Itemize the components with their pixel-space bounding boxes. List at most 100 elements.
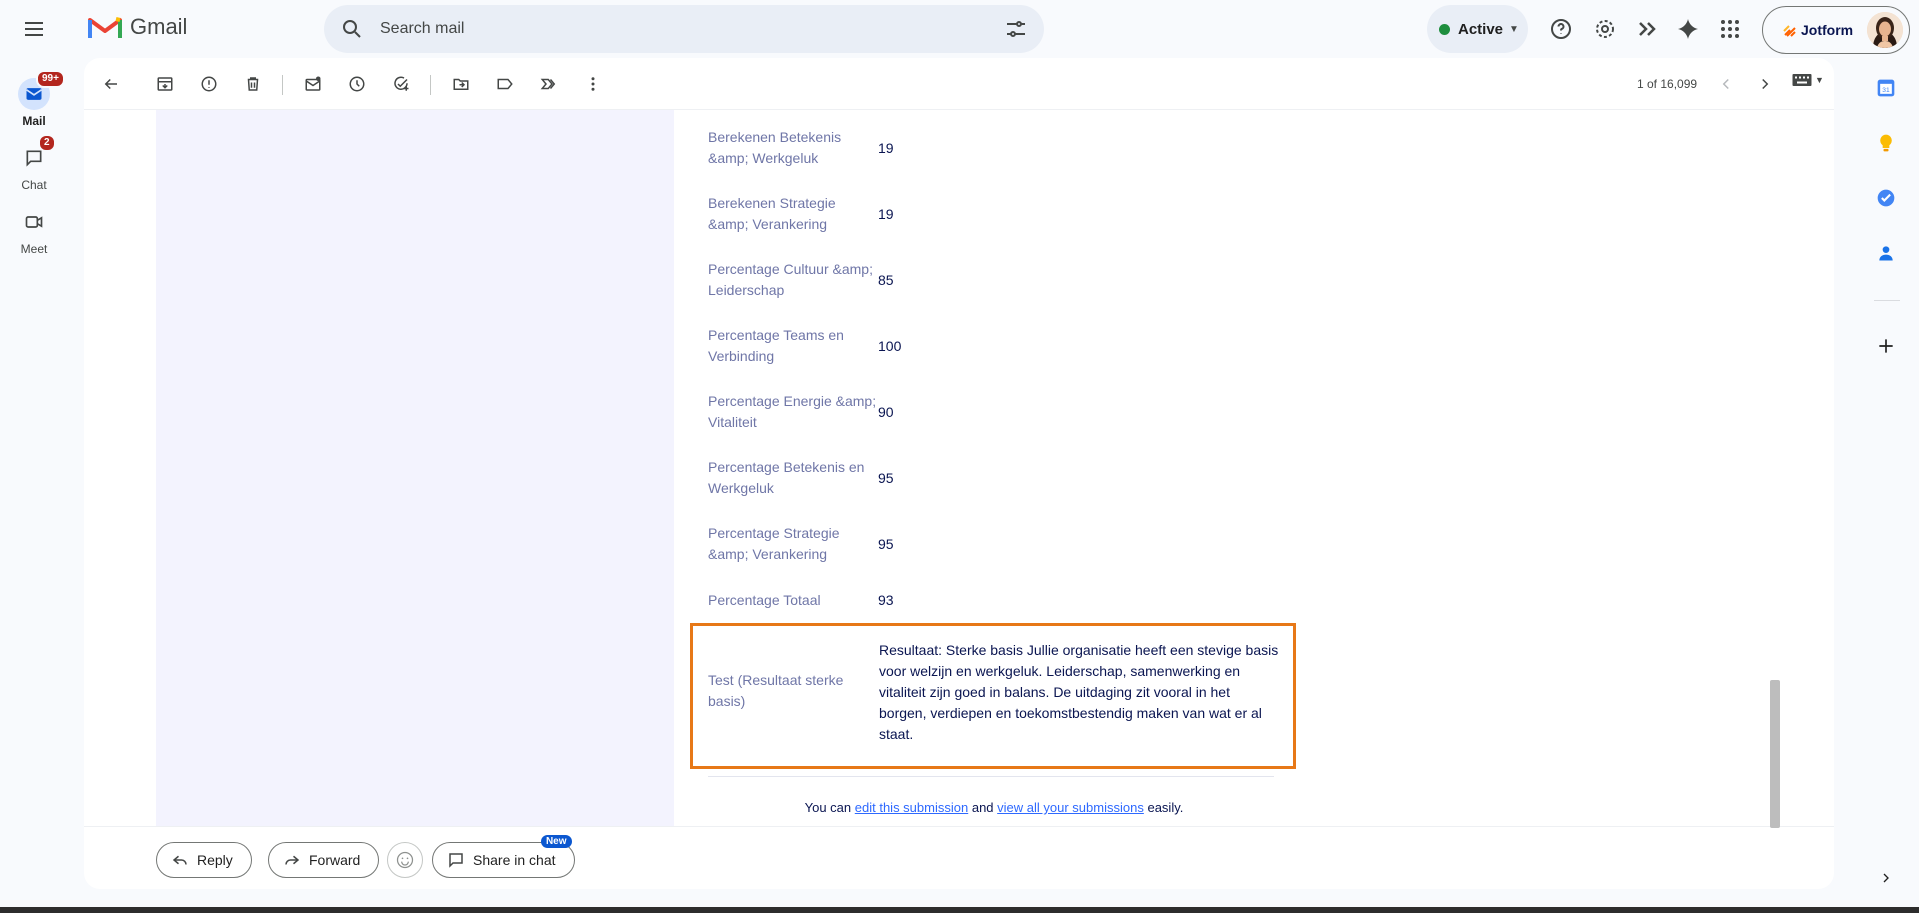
status-selector[interactable]: Active ▼	[1427, 5, 1528, 53]
archive-icon	[157, 77, 173, 91]
back-button[interactable]	[98, 71, 124, 97]
field-label: Percentage Strategie &amp; Verankering	[708, 525, 840, 562]
avatar[interactable]	[1867, 12, 1903, 48]
pagination-count: 1 of 16,099	[1637, 77, 1698, 91]
tasks-button[interactable]	[1874, 186, 1898, 210]
scrollbar-thumb[interactable]	[1770, 680, 1780, 828]
keep-button[interactable]	[1874, 131, 1898, 155]
forward-icon	[285, 855, 300, 865]
apps-script-button[interactable]	[1633, 14, 1663, 44]
main-menu-button[interactable]	[18, 13, 50, 45]
show-side-panel-button[interactable]	[1874, 866, 1898, 890]
edit-submission-link[interactable]: edit this submission	[855, 800, 968, 815]
snooze-button[interactable]	[344, 71, 370, 97]
search-icon[interactable]	[340, 17, 364, 41]
reply-icon	[172, 855, 187, 865]
quick-action-button[interactable]	[536, 71, 562, 97]
search-options-icon[interactable]	[1004, 17, 1028, 41]
field-value: 19	[878, 139, 894, 156]
result-value: Resultaat: Sterke basis Jullie organisat…	[879, 642, 1279, 742]
gmail-logo[interactable]: Gmail	[88, 14, 187, 40]
add-task-icon	[394, 76, 409, 91]
emoji-reaction-button[interactable]	[387, 842, 423, 878]
footer-suffix: easily.	[1147, 800, 1184, 815]
forward-button[interactable]: Forward	[268, 842, 380, 878]
labels-button[interactable]	[492, 71, 518, 97]
contacts-button[interactable]	[1874, 241, 1898, 265]
video-camera-icon	[25, 216, 43, 228]
archive-button[interactable]	[152, 71, 178, 97]
double-arrow-icon	[540, 78, 556, 90]
chat-icon	[26, 150, 42, 167]
gemini-button[interactable]	[1673, 14, 1703, 44]
nav-label-mail: Mail	[22, 114, 46, 128]
view-submissions-link[interactable]: view all your submissions	[997, 800, 1144, 815]
message-body: Berekenen Betekenis &amp; Werkgeluk 19 B…	[84, 110, 1834, 826]
share-label: Share in chat	[473, 852, 556, 868]
field-label: Percentage Betekenis en Werkgeluk	[708, 459, 865, 496]
nav-item-meet[interactable]: Meet	[0, 206, 68, 256]
toolbar-divider	[430, 75, 431, 95]
side-panel: 31	[1864, 58, 1919, 913]
chevron-right-icon	[1762, 78, 1769, 90]
status-label: Active	[1458, 20, 1504, 38]
jotform-logo-icon	[1783, 25, 1796, 37]
clock-icon	[349, 76, 365, 92]
nav-label-meet: Meet	[20, 242, 48, 256]
meet-nav-icon-wrap	[18, 206, 50, 238]
get-addons-button[interactable]	[1874, 334, 1898, 358]
account-brand: Jotform	[1801, 22, 1854, 38]
field-value: 100	[878, 337, 902, 354]
field-label: Berekenen Strategie &amp; Verankering	[708, 195, 836, 232]
calendar-button[interactable]: 31	[1874, 76, 1898, 100]
contacts-icon	[1879, 246, 1893, 261]
field-label: Percentage Totaal	[708, 592, 821, 608]
table-row: Percentage Strategie &amp; Verankering 9…	[708, 523, 1268, 565]
chevrons-icon	[1639, 22, 1656, 36]
submission-footer: You can edit this submission and view al…	[674, 800, 1314, 815]
table-row: Percentage Betekenis en Werkgeluk 95	[708, 457, 1268, 499]
caret-down-icon: ▼	[1815, 75, 1824, 85]
nav-item-chat[interactable]: 2 Chat	[0, 134, 68, 192]
older-button[interactable]	[1752, 71, 1778, 97]
folder-move-icon	[453, 78, 469, 90]
more-options-button[interactable]	[580, 71, 606, 97]
search-bar[interactable]	[324, 5, 1044, 53]
chat-bubble-icon	[449, 853, 463, 868]
table-row: Percentage Totaal 93	[708, 590, 1268, 611]
field-value: 95	[878, 469, 894, 486]
mark-unread-button[interactable]	[300, 71, 326, 97]
submission-divider	[708, 776, 1274, 777]
footer-prefix: You can	[804, 800, 852, 815]
input-tools-button[interactable]: ▼	[1792, 73, 1824, 87]
side-panel-divider	[1874, 300, 1900, 301]
chevron-down-icon: ▼	[1509, 23, 1519, 35]
mail-unread-badge: 99+	[36, 70, 65, 88]
keyboard-icon	[1792, 74, 1812, 86]
account-button[interactable]: Jotform	[1762, 6, 1910, 54]
reply-button[interactable]: Reply	[156, 842, 252, 878]
trash-icon	[247, 77, 259, 91]
settings-button[interactable]	[1590, 14, 1620, 44]
table-row: Percentage Cultuur &amp; Leiderschap 85	[708, 259, 1268, 301]
add-task-button[interactable]	[388, 71, 414, 97]
search-input[interactable]	[380, 20, 970, 38]
report-spam-button[interactable]	[196, 71, 222, 97]
google-apps-button[interactable]	[1715, 14, 1745, 44]
nav-label-chat: Chat	[21, 178, 47, 192]
hamburger-icon	[25, 22, 43, 36]
mark-unread-icon	[305, 76, 321, 91]
taskbar-edge	[0, 907, 1919, 913]
help-button[interactable]	[1546, 14, 1576, 44]
sparkle-icon	[1678, 19, 1698, 39]
delete-button[interactable]	[240, 71, 266, 97]
table-row: Berekenen Strategie &amp; Verankering 19	[708, 193, 1268, 235]
move-to-button[interactable]	[448, 71, 474, 97]
mail-nav-icon-wrap: 99+	[18, 70, 65, 110]
field-label: Percentage Teams en Verbinding	[708, 327, 844, 364]
share-in-chat-button[interactable]: Share in chat New	[432, 835, 575, 878]
newer-button[interactable]	[1713, 71, 1739, 97]
chat-nav-icon-wrap: 2	[18, 134, 56, 174]
nav-item-mail[interactable]: 99+ Mail	[0, 70, 68, 128]
field-label: Percentage Cultuur &amp; Leiderschap	[708, 261, 873, 298]
